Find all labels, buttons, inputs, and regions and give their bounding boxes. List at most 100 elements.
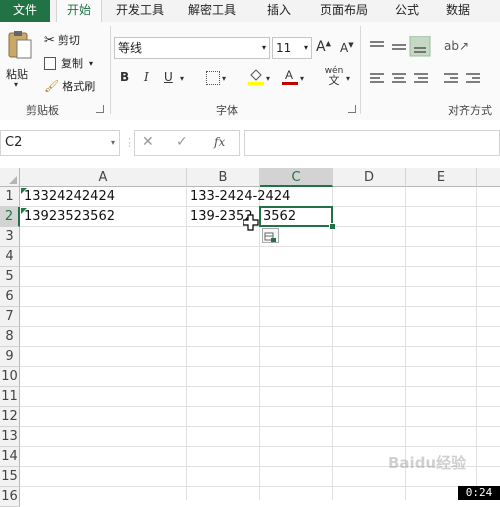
fill-dropdown-icon[interactable]: ▾ — [266, 74, 270, 83]
select-all-icon — [9, 176, 17, 184]
font-size-value: 11 — [276, 41, 292, 55]
row-header-14[interactable]: 14 — [0, 447, 20, 467]
copy-dropdown-icon: ▾ — [89, 58, 94, 68]
borders-dropdown-icon[interactable]: ▾ — [222, 74, 226, 83]
alignment-icons: ab↗ — [370, 36, 480, 83]
tab-home[interactable]: 开始 — [56, 0, 102, 23]
row-header-8[interactable]: 8 — [0, 327, 20, 347]
phonetic-char: 文 — [328, 74, 340, 87]
font-launcher-icon[interactable] — [348, 105, 356, 113]
copy-label: 复制 — [61, 57, 83, 70]
select-all-corner[interactable] — [0, 168, 20, 187]
row-header-4[interactable]: 4 — [0, 247, 20, 267]
video-timestamp: 0:24 — [458, 486, 500, 500]
chevron-down-icon: ▾ — [303, 43, 308, 52]
cell-c2[interactable]: 3562 — [259, 206, 333, 227]
paint-bucket-icon — [248, 69, 264, 85]
row-header-1[interactable]: 1 — [0, 187, 20, 207]
row-header-10[interactable]: 10 — [0, 367, 20, 387]
insert-function-button[interactable]: fx — [214, 135, 225, 149]
phonetic-dropdown-icon[interactable]: ▾ — [346, 74, 350, 83]
worksheet-grid[interactable]: A B C D E 1 2 3 4 5 6 7 8 9 10 11 12 13 14 15 16 133242… — [0, 168, 500, 507]
column-header-a[interactable]: A — [20, 168, 187, 187]
cell-a1[interactable]: 13324242424 — [21, 187, 186, 207]
row-header-7[interactable]: 7 — [0, 307, 20, 327]
fill-handle[interactable] — [329, 223, 336, 230]
font-name-value: 等线 — [118, 41, 143, 55]
cell-b1[interactable]: 133-2424-2424 — [187, 187, 327, 207]
font-color-icon: A — [282, 68, 298, 85]
tab-insert[interactable]: 插入 — [252, 0, 306, 22]
scissors-icon: ✂ — [44, 32, 55, 48]
column-header-b[interactable]: B — [187, 168, 260, 187]
tab-formulas[interactable]: 公式 — [382, 0, 432, 22]
paste-icon — [8, 31, 32, 59]
alignment-group-label: 对齐方式 — [448, 104, 492, 117]
copy-button[interactable]: 复制 ▾ — [44, 55, 93, 71]
chevron-down-icon: ▾ — [110, 138, 115, 147]
format-painter-label: 格式刷 — [62, 80, 96, 93]
divider — [360, 26, 361, 114]
borders-icon[interactable] — [206, 71, 220, 85]
flash-fill-options-button[interactable] — [262, 228, 279, 243]
watermark: Baidu经验 — [388, 454, 467, 472]
divider — [110, 26, 111, 114]
row-header-2[interactable]: 2 — [0, 207, 20, 227]
svg-text:ab↗: ab↗ — [444, 39, 469, 53]
cursor-icon — [243, 214, 259, 231]
enter-button[interactable]: ✓ — [176, 134, 188, 150]
tab-developer[interactable]: 开发工具 — [108, 0, 172, 22]
cancel-button[interactable]: ✕ — [142, 134, 154, 150]
paste-button[interactable] — [6, 30, 32, 60]
cell-c2-value: 3562 — [263, 209, 297, 224]
svg-text:A: A — [285, 68, 293, 82]
shrink-font-icon: A — [340, 41, 349, 55]
clipboard-group-label: 剪贴板 — [26, 104, 59, 117]
underline-dropdown-icon[interactable]: ▾ — [180, 74, 184, 83]
font-color-dropdown-icon[interactable]: ▾ — [300, 74, 304, 83]
italic-button[interactable]: I — [144, 70, 149, 84]
name-box[interactable]: C2 ▾ — [0, 130, 120, 156]
tab-data[interactable]: 数据 — [436, 0, 480, 22]
font-color-button[interactable]: A — [282, 68, 298, 86]
row-header-6[interactable]: 6 — [0, 287, 20, 307]
font-name-select[interactable]: 等线 ▾ — [114, 37, 270, 59]
grow-font-button[interactable]: A▲ — [316, 39, 331, 55]
font-group-label: 字体 — [216, 104, 238, 117]
tab-file[interactable]: 文件 — [0, 0, 50, 22]
shrink-font-button[interactable]: A▼ — [340, 41, 354, 55]
row-header-5[interactable]: 5 — [0, 267, 20, 287]
cut-button[interactable]: ✂ 剪切 — [44, 32, 80, 48]
tab-page-layout[interactable]: 页面布局 — [312, 0, 376, 22]
row-header-13[interactable]: 13 — [0, 427, 20, 447]
formula-input[interactable] — [244, 130, 500, 156]
paste-dropdown-icon[interactable]: ▾ — [14, 80, 18, 89]
row-header-16[interactable]: 16 — [0, 487, 20, 507]
error-indicator-icon — [21, 188, 27, 194]
column-header-e[interactable]: E — [406, 168, 477, 187]
font-size-select[interactable]: 11 ▾ — [272, 37, 312, 59]
row-header-11[interactable]: 11 — [0, 387, 20, 407]
row-header-9[interactable]: 9 — [0, 347, 20, 367]
copy-icon — [44, 56, 56, 70]
row-header-3[interactable]: 3 — [0, 227, 20, 247]
underline-button[interactable]: U — [164, 70, 173, 84]
column-header-f[interactable] — [477, 168, 500, 187]
column-header-c[interactable]: C — [260, 168, 333, 187]
row-header-15[interactable]: 15 — [0, 467, 20, 487]
ribbon: 粘贴 ▾ ✂ 剪切 复制 ▾ 🖌 格式刷 剪贴板 等线 ▾ 11 ▾ A▲ A▼… — [0, 22, 500, 121]
row-header-12[interactable]: 12 — [0, 407, 20, 427]
clipboard-launcher-icon[interactable] — [96, 105, 104, 113]
fill-color-button[interactable] — [248, 68, 264, 86]
format-painter-button[interactable]: 🖌 格式刷 — [44, 78, 95, 94]
bold-button[interactable]: B — [120, 70, 129, 84]
error-indicator-icon — [21, 208, 27, 214]
tab-decrypt-tools[interactable]: 解密工具 — [180, 0, 244, 22]
chevron-down-icon: ▾ — [261, 43, 266, 52]
phonetic-button[interactable]: wén 文 — [324, 66, 344, 88]
cell-a2[interactable]: 13923523562 — [21, 207, 186, 227]
cut-label: 剪切 — [57, 34, 80, 47]
column-header-d[interactable]: D — [333, 168, 406, 187]
name-box-value: C2 — [5, 135, 23, 150]
formula-bar: C2 ▾ ⋮ ✕ ✓ fx — [0, 120, 500, 168]
